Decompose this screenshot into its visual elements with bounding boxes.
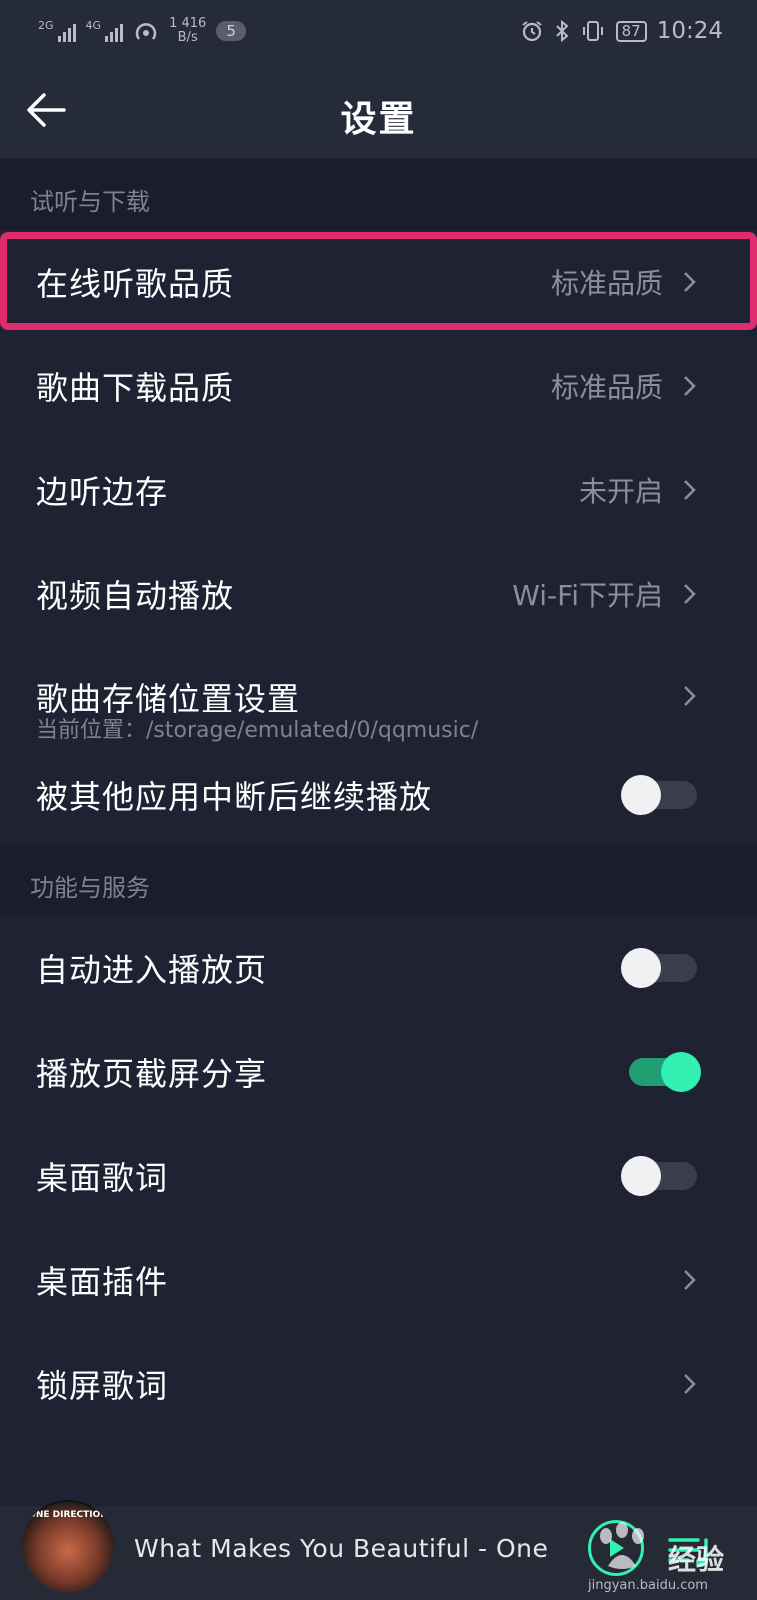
setting-cache-while-listening[interactable]: 边听边存 未开启: [0, 438, 757, 542]
setting-auto-open-player[interactable]: 自动进入播放页: [0, 916, 757, 1020]
watermark-text: 经验: [668, 1543, 725, 1576]
baidu-watermark: 经验 jingyan.baidu.com: [584, 1520, 754, 1593]
setting-resume-after-interrupt[interactable]: 被其他应用中断后继续播放: [0, 746, 757, 844]
setting-label: 在线听歌品质: [36, 265, 235, 303]
speed-prefix: 1: [169, 16, 178, 31]
speed-value: 416: [181, 16, 207, 31]
chevron-right-icon: [684, 480, 696, 500]
hotspot-icon: [135, 23, 157, 40]
setting-online-quality[interactable]: 在线听歌品质 标准品质: [0, 230, 757, 334]
screenshot-share-toggle[interactable]: [621, 1052, 701, 1092]
speed-unit: B/s: [177, 30, 198, 45]
toggle-knob: [661, 1052, 701, 1092]
now-playing-title[interactable]: What Makes You Beautiful - One Direction: [134, 1534, 549, 1563]
chevron-right-icon: [684, 1374, 696, 1394]
setting-desktop-lyrics[interactable]: 桌面歌词: [0, 1124, 757, 1228]
setting-label: 自动进入播放页: [36, 951, 268, 989]
vibrate-icon: [582, 21, 603, 41]
setting-label: 被其他应用中断后继续播放: [36, 778, 433, 816]
auto-open-player-toggle[interactable]: [621, 948, 699, 988]
network-speed: 1 416 B/s: [169, 17, 206, 45]
setting-label: 桌面歌词: [36, 1159, 169, 1197]
page-title: 设置: [340, 99, 417, 140]
chevron-right-icon: [684, 686, 696, 706]
notification-badge: 5: [216, 21, 246, 41]
alarm-icon: [522, 21, 542, 42]
setting-label: 视频自动播放: [36, 577, 235, 615]
setting-value: 标准品质: [550, 267, 663, 300]
signal-icon: 2G: [38, 20, 76, 42]
signal-type-label: 2G: [38, 19, 54, 32]
desktop-lyrics-toggle[interactable]: [621, 1156, 699, 1196]
resume-toggle[interactable]: [621, 775, 699, 815]
status-right: 87 10:24: [520, 18, 723, 44]
chevron-right-icon: [684, 584, 696, 604]
signal-type-label: 4G: [85, 19, 102, 32]
setting-label: 播放页截屏分享: [36, 1055, 268, 1093]
bluetooth-icon: [555, 19, 569, 43]
album-band-text: ONE DIRECTION: [28, 1510, 108, 1520]
setting-video-autoplay[interactable]: 视频自动播放 Wi-Fi下开启: [0, 542, 757, 646]
section-header: 试听与下载: [0, 158, 757, 232]
setting-desktop-widget[interactable]: 桌面插件: [0, 1228, 757, 1332]
setting-storage-location[interactable]: 歌曲存储位置设置 当前位置：/storage/emulated/0/qqmusi…: [0, 646, 757, 746]
setting-label: 边听边存: [36, 473, 169, 511]
setting-screenshot-share[interactable]: 播放页截屏分享: [0, 1020, 757, 1124]
app-header: 设置: [0, 62, 757, 158]
setting-label: 歌曲下载品质: [36, 369, 235, 407]
chevron-right-icon: [684, 376, 696, 396]
clock: 10:24: [656, 18, 723, 44]
toggle-knob: [621, 775, 661, 815]
album-art[interactable]: ONE DIRECTION: [22, 1500, 114, 1592]
toggle-knob: [621, 1156, 661, 1196]
status-left: 2G 4G 1 416 B/s 5: [38, 17, 246, 45]
setting-download-quality[interactable]: 歌曲下载品质 标准品质: [0, 334, 757, 438]
setting-label: 桌面插件: [36, 1263, 169, 1301]
toggle-knob: [621, 948, 661, 988]
setting-value: 标准品质: [550, 371, 663, 404]
setting-value: Wi-Fi下开启: [512, 579, 663, 612]
signal-icon: 4G: [86, 20, 124, 42]
section-header: 功能与服务: [0, 844, 757, 916]
chevron-right-icon: [684, 1270, 696, 1290]
watermark-url: jingyan.baidu.com: [588, 1578, 708, 1593]
battery-indicator: 87: [615, 20, 647, 42]
setting-lockscreen-lyrics[interactable]: 锁屏歌词: [0, 1332, 757, 1436]
setting-partial-row[interactable]: [0, 1436, 757, 1506]
chevron-right-icon: [684, 272, 696, 292]
paw-logo-icon: [600, 1522, 644, 1569]
status-bar: 2G 4G 1 416 B/s 5 87 10:24: [0, 0, 757, 62]
setting-value: 未开启: [578, 475, 663, 508]
setting-label: 锁屏歌词: [36, 1367, 169, 1405]
setting-subtitle: 当前位置：/storage/emulated/0/qqmusic/: [36, 718, 479, 743]
